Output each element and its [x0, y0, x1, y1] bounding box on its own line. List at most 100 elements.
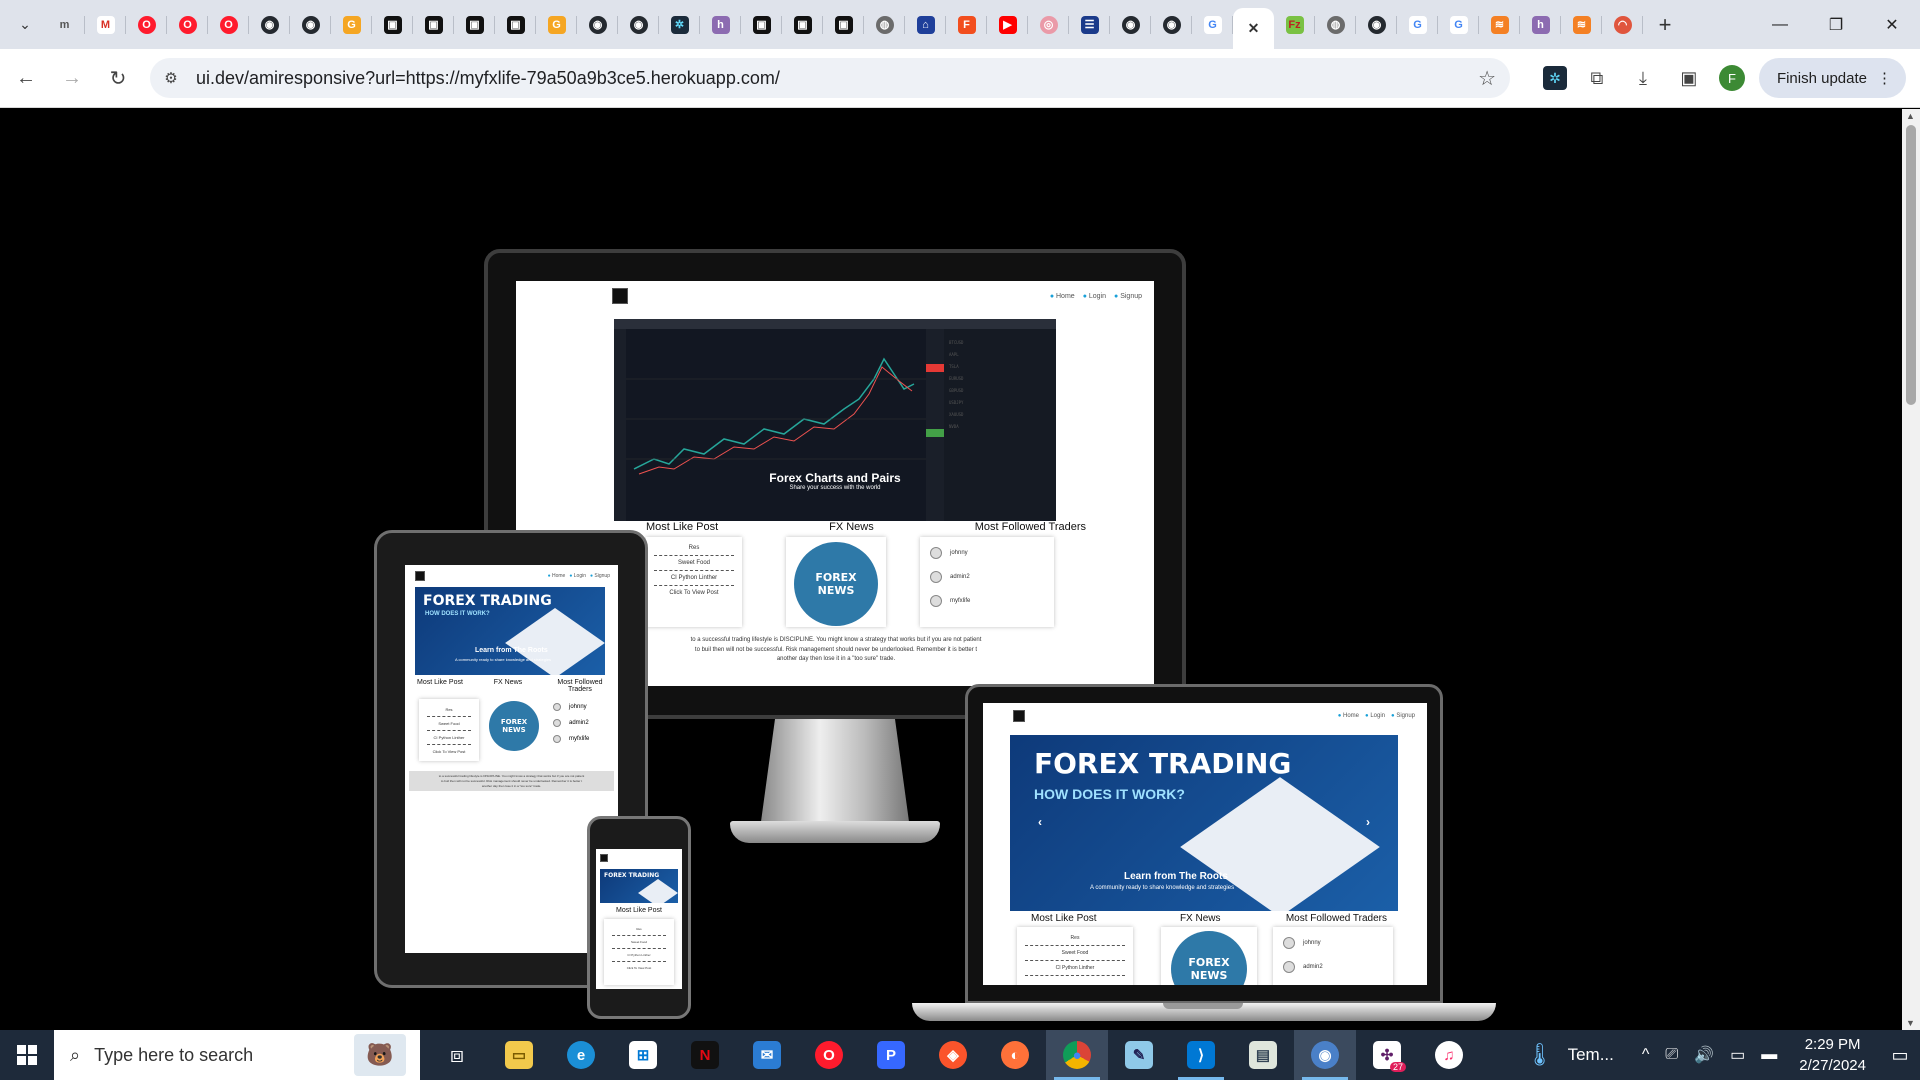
side-panel-icon[interactable]: ▣: [1673, 62, 1705, 94]
browser-tab[interactable]: ▣: [495, 0, 536, 49]
nav-signup[interactable]: Signup: [590, 573, 610, 579]
trader-item[interactable]: admin2: [920, 565, 1054, 589]
close-icon[interactable]: ✕: [1245, 20, 1263, 38]
browser-tab[interactable]: G: [1438, 0, 1479, 49]
profile-avatar[interactable]: F: [1718, 65, 1745, 91]
browser-tab[interactable]: ≋: [1561, 0, 1602, 49]
start-button[interactable]: [0, 1030, 54, 1080]
browser-tab[interactable]: ◍: [864, 0, 905, 49]
post-item[interactable]: Sweet Food: [654, 556, 734, 571]
browser-tab[interactable]: Fz: [1274, 0, 1315, 49]
edge-icon[interactable]: e: [550, 1030, 612, 1080]
browser-tab[interactable]: ▣: [741, 0, 782, 49]
nav-home[interactable]: Home: [548, 573, 565, 579]
site-info-icon[interactable]: ⚙: [154, 61, 188, 95]
meet-now-icon[interactable]: ⎚: [1657, 1046, 1686, 1064]
trader-item[interactable]: myfxlife: [920, 589, 1054, 613]
firefox-icon[interactable]: ◐: [984, 1030, 1046, 1080]
task-view-icon[interactable]: ⧈: [426, 1030, 488, 1080]
fx-news-card[interactable]: FOREX NEWS: [786, 537, 886, 627]
trader-item[interactable]: myfxlife: [551, 731, 611, 747]
file-explorer-icon[interactable]: ▭: [488, 1030, 550, 1080]
trader-item[interactable]: johnny: [551, 699, 611, 715]
post-item[interactable]: CI Python Linther: [427, 731, 471, 745]
notepad-icon[interactable]: ✎: [1108, 1030, 1170, 1080]
scroll-thumb[interactable]: [1906, 125, 1916, 405]
browser-tab[interactable]: ◉: [577, 0, 618, 49]
browser-tab[interactable]: ◉: [618, 0, 659, 49]
nav-login[interactable]: Login: [1083, 293, 1106, 300]
trader-item[interactable]: johnny: [1273, 931, 1393, 955]
store-icon[interactable]: ⊞: [612, 1030, 674, 1080]
download-icon[interactable]: ⤓: [1627, 62, 1659, 94]
address-bar[interactable]: ⚙ ui.dev/amiresponsive?url=https://myfxl…: [150, 58, 1510, 98]
browser-tab[interactable]: O: [126, 0, 167, 49]
browser-tab[interactable]: h: [1520, 0, 1561, 49]
browser-tab[interactable]: M: [85, 0, 126, 49]
nav-home[interactable]: Home: [1050, 293, 1075, 300]
view-post-link[interactable]: Click To View Post: [427, 745, 471, 758]
window-app-icon[interactable]: ▤: [1232, 1030, 1294, 1080]
post-item[interactable]: Res: [427, 703, 471, 717]
volume-icon[interactable]: 🔊: [1686, 1045, 1722, 1065]
browser-tab[interactable]: ◉: [1151, 0, 1192, 49]
browser-tab[interactable]: ◍: [1315, 0, 1356, 49]
pandora-icon[interactable]: P: [860, 1030, 922, 1080]
back-button[interactable]: ←: [6, 58, 46, 98]
browser-tab[interactable]: ≋: [1479, 0, 1520, 49]
browser-tab[interactable]: ▣: [823, 0, 864, 49]
chrome-icon[interactable]: ●: [1046, 1030, 1108, 1080]
network-icon[interactable]: ▭: [1722, 1045, 1753, 1065]
site-logo[interactable]: [1013, 710, 1025, 722]
browser-tab[interactable]: ▣: [454, 0, 495, 49]
bookmark-star-icon[interactable]: ☆: [1478, 66, 1496, 91]
nav-login[interactable]: Login: [1365, 713, 1385, 719]
post-item[interactable]: Sweet Food: [427, 717, 471, 731]
nav-login[interactable]: Login: [569, 573, 586, 579]
browser-tab[interactable]: ✲: [659, 0, 700, 49]
post-item[interactable]: Res: [612, 923, 666, 936]
browser-tab[interactable]: O: [167, 0, 208, 49]
battery-icon[interactable]: ▬: [1753, 1046, 1785, 1064]
browser-tab[interactable]: ▣: [413, 0, 454, 49]
weather-label[interactable]: Tem...: [1568, 1045, 1614, 1065]
view-post-link[interactable]: Click To View Post: [654, 586, 734, 600]
view-post-link[interactable]: Click To View Post: [612, 962, 666, 974]
clock[interactable]: 2:29 PM 2/27/2024: [1785, 1034, 1880, 1076]
close-window-button[interactable]: ✕: [1864, 0, 1920, 49]
browser-tab[interactable]: ▣: [782, 0, 823, 49]
browser-tab[interactable]: ▣: [372, 0, 413, 49]
restore-button[interactable]: ❐: [1808, 0, 1864, 49]
post-item[interactable]: CI Python Linther: [654, 571, 734, 586]
post-item[interactable]: Sweet Food: [1025, 946, 1125, 961]
slack-icon[interactable]: ✣ 27: [1356, 1030, 1418, 1080]
reload-button[interactable]: ↻: [98, 58, 138, 98]
browser-tab[interactable]: G: [1397, 0, 1438, 49]
browser-tab[interactable]: ◉: [1356, 0, 1397, 49]
netflix-icon[interactable]: N: [674, 1030, 736, 1080]
post-item[interactable]: CI Python Linther: [1025, 961, 1125, 976]
chevron-up-icon[interactable]: ^: [1634, 1046, 1658, 1064]
browser-tab[interactable]: ▶: [987, 0, 1028, 49]
vscode-icon[interactable]: ⟩: [1170, 1030, 1232, 1080]
browser-tab[interactable]: ◉: [1110, 0, 1151, 49]
trader-item[interactable]: admin2: [551, 715, 611, 731]
finish-update-button[interactable]: Finish update ⋮: [1758, 58, 1906, 98]
browser-tab[interactable]: F: [946, 0, 987, 49]
nav-signup[interactable]: Signup: [1391, 713, 1415, 719]
page-scrollbar[interactable]: ▲ ▼: [1902, 109, 1920, 1030]
brave-icon[interactable]: ◈: [922, 1030, 984, 1080]
react-devtools-icon[interactable]: ✲: [1542, 66, 1567, 90]
browser-tab[interactable]: ◠: [1602, 0, 1643, 49]
browser-tab[interactable]: ⌂: [905, 0, 946, 49]
fx-news-card[interactable]: FOREX NEWS: [1161, 927, 1257, 985]
trader-item[interactable]: johnny: [920, 541, 1054, 565]
new-tab-button[interactable]: +: [1647, 7, 1683, 43]
opera-icon[interactable]: O: [798, 1030, 860, 1080]
tab-search-button[interactable]: ⌄: [8, 8, 42, 42]
itunes-icon[interactable]: ♫: [1418, 1030, 1480, 1080]
browser-tab[interactable]: ◎: [1028, 0, 1069, 49]
browser-tab[interactable]: m: [44, 0, 85, 49]
site-logo[interactable]: [612, 288, 628, 304]
carousel-next-icon[interactable]: ›: [1366, 815, 1370, 829]
